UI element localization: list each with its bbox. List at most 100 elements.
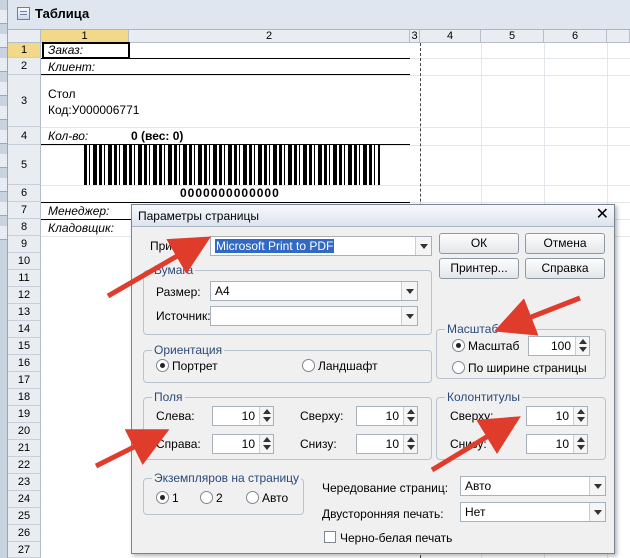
row-header[interactable]: 26 — [8, 525, 41, 542]
window-title: Таблица — [35, 6, 90, 21]
copies-1-radio[interactable] — [156, 491, 169, 504]
row-header[interactable]: 24 — [8, 491, 41, 508]
copies-group-title: Экземпляров на страницу — [152, 471, 302, 485]
close-icon[interactable]: ✕ — [596, 207, 609, 223]
footer-bottom-stepper[interactable]: 10 — [526, 434, 588, 454]
right-margin-value: 10 — [241, 437, 255, 451]
footer-bottom-value: 10 — [555, 437, 569, 451]
row-header[interactable]: 4 — [8, 127, 41, 145]
manager-label: Менеджер: — [48, 204, 110, 218]
column-header-5[interactable]: 5 — [481, 30, 544, 43]
copies-2-label[interactable]: 2 — [216, 491, 223, 505]
copies-2-radio[interactable] — [200, 491, 213, 504]
row-header[interactable]: 21 — [8, 440, 41, 457]
spinner-arrows-icon[interactable] — [403, 435, 417, 453]
landscape-radio[interactable] — [302, 359, 315, 372]
printer-select[interactable]: Microsoft Print to PDF — [210, 236, 432, 256]
alternation-select[interactable]: Авто — [460, 476, 606, 496]
scale-stepper[interactable]: 100 — [528, 336, 590, 356]
header-top-stepper[interactable]: 10 — [526, 406, 588, 426]
size-select[interactable]: А4 — [210, 281, 418, 301]
fit-width-label[interactable]: По ширине страницы — [468, 361, 587, 375]
chevron-down-icon[interactable] — [401, 307, 417, 325]
row-header[interactable]: 22 — [8, 457, 41, 474]
portrait-label[interactable]: Портрет — [172, 359, 218, 373]
bottom-margin-stepper[interactable]: 10 — [356, 434, 418, 454]
right-margin-stepper[interactable]: 10 — [212, 434, 274, 454]
fit-width-radio[interactable] — [452, 361, 465, 374]
scale-label[interactable]: Масштаб — [468, 339, 519, 353]
alternation-value: Авто — [465, 479, 492, 493]
row-header[interactable]: 7 — [8, 202, 41, 219]
row-header[interactable]: 19 — [8, 406, 41, 423]
row-header[interactable]: 15 — [8, 338, 41, 355]
row-header[interactable]: 17 — [8, 372, 41, 389]
column-header-6[interactable]: 6 — [544, 30, 607, 43]
header-top-label: Сверху: — [450, 409, 494, 423]
row-header[interactable]: 13 — [8, 304, 41, 321]
duplex-select[interactable]: Нет — [460, 502, 606, 522]
spinner-arrows-icon[interactable] — [259, 407, 273, 425]
row-header[interactable]: 14 — [8, 321, 41, 338]
chevron-down-icon[interactable] — [415, 237, 431, 255]
cancel-button[interactable]: Отмена — [525, 233, 605, 254]
scale-radio[interactable] — [452, 339, 465, 352]
copies-auto-radio[interactable] — [246, 491, 259, 504]
copies-auto-label[interactable]: Авто — [262, 491, 288, 505]
scale-group-title: Масштаб — [445, 322, 501, 336]
spinner-arrows-icon[interactable] — [573, 407, 587, 425]
item-code: Код:У000006771 — [48, 103, 140, 117]
row-header[interactable]: 6 — [8, 185, 41, 202]
source-label: Источник: — [156, 309, 211, 323]
left-margin-stepper[interactable]: 10 — [212, 406, 274, 426]
row-header[interactable]: 20 — [8, 423, 41, 440]
row-header[interactable]: 16 — [8, 355, 41, 372]
row-header[interactable]: 27 — [8, 542, 41, 558]
source-select[interactable] — [210, 306, 418, 326]
grid-corner[interactable] — [8, 30, 41, 43]
chevron-down-icon[interactable] — [589, 477, 605, 495]
right-margin-label: Справа: — [156, 437, 201, 451]
row-header[interactable]: 23 — [8, 474, 41, 491]
row-header[interactable]: 1 — [8, 43, 41, 58]
footer-bottom-label: Снизу: — [450, 437, 487, 451]
row-header[interactable]: 18 — [8, 389, 41, 406]
column-header-4[interactable]: 4 — [420, 30, 481, 43]
duplex-value: Нет — [465, 505, 486, 519]
row-header[interactable]: 8 — [8, 219, 41, 236]
barcode-number: 0000000000000 — [180, 186, 280, 200]
bottom-margin-label: Снизу: — [300, 437, 337, 451]
landscape-label[interactable]: Ландшафт — [318, 359, 378, 373]
spinner-arrows-icon[interactable] — [573, 435, 587, 453]
row-header[interactable]: 10 — [8, 253, 41, 270]
row-header[interactable]: 2 — [8, 58, 41, 75]
column-header-2[interactable]: 2 — [129, 30, 410, 43]
help-button[interactable]: Справка — [525, 258, 605, 279]
row-header[interactable]: 25 — [8, 508, 41, 525]
left-margin-value: 10 — [241, 409, 255, 423]
ok-button[interactable]: ОК — [439, 233, 519, 254]
spinner-arrows-icon[interactable] — [575, 337, 589, 355]
printer-button[interactable]: Принтер... — [439, 258, 519, 279]
column-header-3[interactable]: 3 — [410, 30, 420, 43]
bw-print-checkbox[interactable] — [324, 531, 336, 543]
top-margin-label: Сверху: — [300, 409, 344, 423]
row-header[interactable]: 3 — [8, 75, 41, 127]
copies-1-label[interactable]: 1 — [172, 491, 179, 505]
top-margin-stepper[interactable]: 10 — [356, 406, 418, 426]
portrait-radio[interactable] — [156, 359, 169, 372]
row-header[interactable]: 12 — [8, 287, 41, 304]
chevron-down-icon[interactable] — [401, 282, 417, 300]
column-header-extra[interactable] — [607, 30, 630, 43]
chevron-down-icon[interactable] — [589, 503, 605, 521]
alternation-label: Чередование страниц: — [322, 481, 449, 495]
row-header[interactable]: 11 — [8, 270, 41, 287]
row-header[interactable]: 5 — [8, 145, 41, 185]
spinner-arrows-icon[interactable] — [403, 407, 417, 425]
dialog-title: Параметры страницы — [138, 209, 259, 223]
page-setup-dialog: Параметры страницы ✕ Принтер: Microsoft … — [131, 204, 615, 554]
row-header[interactable]: 9 — [8, 236, 41, 253]
bottom-margin-value: 10 — [385, 437, 399, 451]
spinner-arrows-icon[interactable] — [259, 435, 273, 453]
bw-print-label[interactable]: Черно-белая печать — [340, 531, 452, 545]
